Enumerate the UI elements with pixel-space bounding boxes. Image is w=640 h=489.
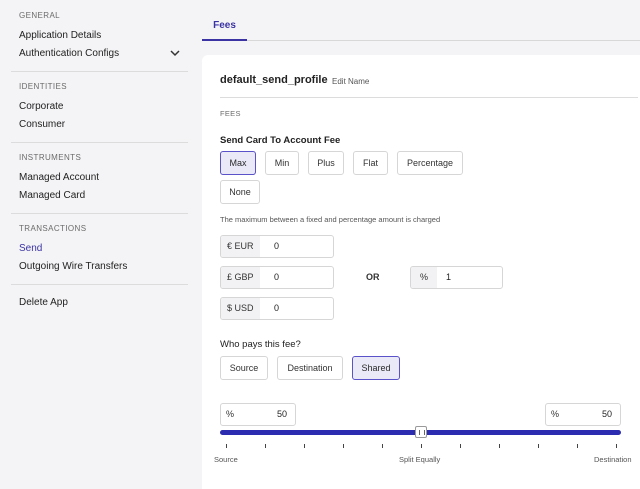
usd-amount-value[interactable]: 0	[274, 298, 324, 319]
sidebar-item-managed-card[interactable]: Managed Card	[19, 190, 85, 201]
slider-tick	[304, 444, 305, 448]
sidebar-item-send[interactable]: Send	[19, 243, 42, 254]
usd-currency-label: $ USD	[221, 298, 260, 319]
sidebar-item-application-details[interactable]: Application Details	[19, 30, 101, 41]
fee-type-plus-button[interactable]: Plus	[308, 151, 344, 175]
slider-tick	[382, 444, 383, 448]
section-label-identities: IDENTITIES	[19, 82, 68, 91]
eur-currency-label: € EUR	[221, 236, 260, 257]
divider	[11, 71, 188, 72]
fees-section-label: FEES	[220, 109, 241, 118]
fee-type-description: The maximum between a fixed and percenta…	[220, 215, 441, 224]
section-label-general: GENERAL	[19, 11, 61, 20]
fee-question: Send Card To Account Fee	[220, 135, 341, 146]
or-label: OR	[366, 272, 380, 282]
slider-tick	[499, 444, 500, 448]
slider-tick	[460, 444, 461, 448]
percentage-field[interactable]: % 1	[410, 266, 503, 289]
destination-split-value[interactable]: 50	[602, 404, 612, 425]
slider-tick	[616, 444, 617, 448]
destination-split-input[interactable]: % 50	[545, 403, 621, 426]
divider	[11, 213, 188, 214]
eur-amount-value[interactable]: 0	[274, 236, 324, 257]
divider	[11, 284, 188, 285]
gbp-currency-label: £ GBP	[221, 267, 260, 288]
divider	[220, 97, 638, 98]
sidebar-item-consumer[interactable]: Consumer	[19, 119, 65, 130]
slider-label-destination: Destination	[594, 455, 632, 464]
delete-app-link[interactable]: Delete App	[19, 297, 68, 308]
slider-tick	[226, 444, 227, 448]
section-label-transactions: TRANSACTIONS	[19, 224, 87, 233]
source-split-value[interactable]: 50	[277, 404, 287, 425]
sidebar-item-outgoing-wire-transfers[interactable]: Outgoing Wire Transfers	[19, 261, 127, 272]
fee-type-percentage-button[interactable]: Percentage	[397, 151, 463, 175]
gbp-amount-field[interactable]: £ GBP 0	[220, 266, 334, 289]
sidebar-item-managed-account[interactable]: Managed Account	[19, 172, 99, 183]
percentage-symbol: %	[411, 267, 438, 288]
tab-bar: Fees	[202, 0, 640, 41]
payer-shared-button[interactable]: Shared	[352, 356, 400, 380]
fees-panel: default_send_profile Edit Name FEES Send…	[202, 55, 640, 489]
fee-type-none-button[interactable]: None	[220, 180, 260, 204]
sidebar-item-corporate[interactable]: Corporate	[19, 101, 63, 112]
chevron-down-icon[interactable]	[168, 46, 182, 60]
edit-name-button[interactable]: Edit Name	[332, 77, 369, 86]
slider-tick	[538, 444, 539, 448]
slider-tick	[421, 444, 422, 448]
split-slider-handle[interactable]	[414, 426, 427, 438]
sidebar: GENERAL Application Details Authenticati…	[0, 0, 200, 489]
percent-symbol: %	[226, 409, 235, 419]
fee-type-flat-button[interactable]: Flat	[353, 151, 388, 175]
payer-source-button[interactable]: Source	[220, 356, 268, 380]
gbp-amount-value[interactable]: 0	[274, 267, 324, 288]
sidebar-item-authentication-configs[interactable]: Authentication Configs	[19, 48, 119, 59]
tab-fees[interactable]: Fees	[202, 0, 247, 41]
slider-tick	[265, 444, 266, 448]
usd-amount-field[interactable]: $ USD 0	[220, 297, 334, 320]
slider-tick	[343, 444, 344, 448]
payer-destination-button[interactable]: Destination	[277, 356, 343, 380]
source-split-input[interactable]: % 50	[220, 403, 296, 426]
slider-label-source: Source	[214, 455, 238, 464]
percentage-value[interactable]: 1	[446, 267, 496, 288]
fee-type-min-button[interactable]: Min	[265, 151, 299, 175]
payer-question: Who pays this fee?	[220, 339, 301, 350]
section-label-instruments: INSTRUMENTS	[19, 153, 82, 162]
percent-symbol: %	[551, 409, 560, 419]
slider-tick	[577, 444, 578, 448]
divider	[11, 142, 188, 143]
eur-amount-field[interactable]: € EUR 0	[220, 235, 334, 258]
fee-type-max-button[interactable]: Max	[220, 151, 256, 175]
profile-name: default_send_profile	[220, 74, 328, 86]
slider-label-split-equally: Split Equally	[399, 455, 441, 464]
